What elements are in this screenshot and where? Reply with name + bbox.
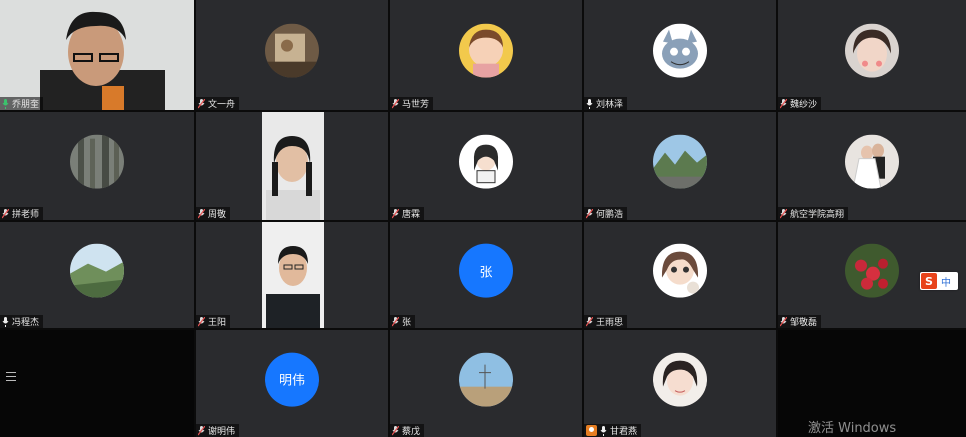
avatar	[459, 23, 513, 78]
participant-video	[0, 0, 194, 110]
participant-name: 拼老师	[12, 210, 40, 220]
avatar	[653, 23, 707, 78]
ime-mode: 中	[941, 277, 951, 289]
participant-name-bar: 冯程杰	[0, 315, 44, 328]
participant-name-bar: 甘君燕	[584, 424, 642, 437]
participant-name: 王雨思	[596, 318, 624, 328]
avatar-initials: 明伟	[265, 352, 319, 407]
avatar	[653, 243, 707, 298]
participant-tile-7[interactable]: 周敬	[196, 112, 388, 220]
participant-tile-17[interactable]: 蔡戊	[390, 330, 582, 437]
participant-name: 魏纱沙	[790, 100, 818, 110]
participant-tile-13[interactable]: 张 张	[390, 222, 582, 328]
participant-name-bar: 刘林泽	[584, 97, 628, 110]
mic-muted-icon	[586, 316, 593, 326]
participant-tile-9[interactable]: 何鹏浩	[584, 112, 776, 220]
mic-muted-icon	[586, 208, 593, 218]
participant-name: 张	[402, 318, 412, 328]
participant-name: 马世芳	[402, 100, 430, 110]
participant-name-bar: 马世芳	[390, 97, 434, 110]
windows-activation-watermark: 激活 Windows	[808, 421, 897, 436]
participant-tile-2[interactable]: 文一舟	[196, 0, 388, 110]
participant-name-bar: 唐霖	[390, 207, 425, 220]
mic-muted-icon	[198, 208, 205, 218]
participant-tile-12[interactable]: 王阳	[196, 222, 388, 328]
participant-tile-3[interactable]: 马世芳	[390, 0, 582, 110]
avatar	[653, 352, 707, 407]
participant-tile-8[interactable]: 唐霖	[390, 112, 582, 220]
participant-name: 文一舟	[208, 100, 236, 110]
participant-name: 谢明伟	[208, 427, 236, 437]
participant-name-bar: 拼老师	[0, 207, 44, 220]
mic-muted-icon	[2, 208, 9, 218]
participant-tile-18[interactable]: 甘君燕	[584, 330, 776, 437]
mic-muted-icon	[198, 316, 205, 326]
participant-tile-6[interactable]: 拼老师	[0, 112, 194, 220]
mic-muted-icon	[780, 208, 787, 218]
empty-tile-left	[0, 330, 194, 437]
avatar-initials: 张	[459, 243, 513, 298]
participant-name: 邹敬磊	[790, 318, 818, 328]
ime-indicator[interactable]: S 中	[920, 272, 958, 290]
mic-muted-icon	[780, 316, 787, 326]
mic-icon	[2, 316, 9, 327]
avatar	[265, 23, 319, 78]
participant-name: 何鹏浩	[596, 210, 624, 220]
avatar	[845, 243, 899, 298]
participant-name-bar: 王阳	[196, 315, 231, 328]
mic-muted-icon	[198, 98, 205, 108]
participant-name-bar: 谢明伟	[196, 424, 240, 437]
mic-muted-icon	[392, 425, 399, 435]
participant-video	[262, 222, 324, 328]
participant-name-bar: 蔡戊	[390, 424, 425, 437]
participant-name: 刘林泽	[596, 100, 624, 110]
participant-name-bar: 航空学院高翔	[778, 207, 849, 220]
mic-icon	[2, 98, 9, 109]
avatar	[70, 134, 124, 189]
participant-name: 冯程杰	[12, 318, 40, 328]
menu-icon[interactable]	[6, 372, 16, 382]
participant-name: 航空学院高翔	[790, 210, 845, 220]
mic-icon	[586, 98, 593, 109]
avatar	[845, 134, 899, 189]
participant-tile-1[interactable]: 乔朋奎	[0, 0, 194, 110]
participant-tile-4[interactable]: 刘林泽	[584, 0, 776, 110]
participant-name-bar: 王雨思	[584, 315, 628, 328]
participant-name: 周敬	[208, 210, 227, 220]
mic-muted-icon	[392, 208, 399, 218]
participant-tile-16[interactable]: 明伟 谢明伟	[196, 330, 388, 437]
mic-muted-icon	[780, 98, 787, 108]
participant-name: 乔朋奎	[12, 100, 40, 110]
mic-muted-icon	[392, 316, 399, 326]
participant-tile-10[interactable]: 航空学院高翔	[778, 112, 966, 220]
host-badge-icon	[586, 425, 597, 436]
participant-name-bar: 周敬	[196, 207, 231, 220]
mic-icon	[600, 425, 607, 436]
participant-tile-11[interactable]: 冯程杰	[0, 222, 194, 328]
participant-name: 蔡戊	[402, 427, 421, 437]
participant-video	[262, 112, 324, 220]
avatar	[845, 23, 899, 78]
participant-name: 唐霖	[402, 210, 421, 220]
participant-name: 甘君燕	[610, 427, 638, 437]
avatar	[459, 352, 513, 407]
participant-name-bar: 何鹏浩	[584, 207, 628, 220]
participant-name-bar: 邹敬磊	[778, 315, 822, 328]
sogou-logo-icon: S	[921, 273, 937, 289]
avatar	[459, 134, 513, 189]
mic-muted-icon	[198, 425, 205, 435]
avatar	[653, 134, 707, 189]
participant-name-bar: 魏纱沙	[778, 97, 822, 110]
participant-name: 王阳	[208, 318, 227, 328]
mic-muted-icon	[392, 98, 399, 108]
participant-tile-14[interactable]: 王雨思	[584, 222, 776, 328]
participant-tile-5[interactable]: 魏纱沙	[778, 0, 966, 110]
avatar	[70, 243, 124, 298]
participant-name-bar: 文一舟	[196, 97, 240, 110]
participant-name-bar: 张	[390, 315, 416, 328]
participant-name-bar: 乔朋奎	[0, 97, 44, 110]
